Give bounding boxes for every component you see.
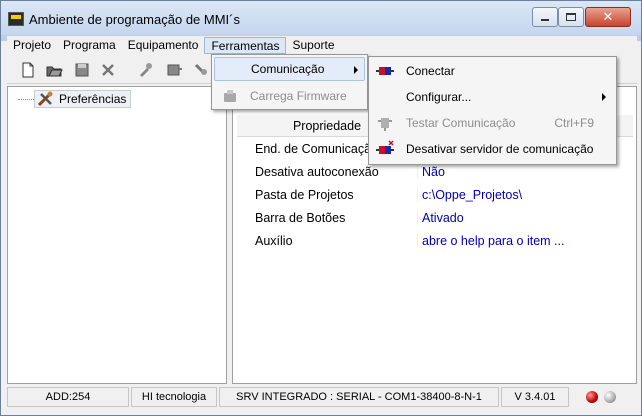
ferramentas-dropdown: Comunicação Carrega Firmware	[211, 54, 368, 110]
new-file-button[interactable]	[19, 61, 37, 79]
menu-item-carrega-firmware[interactable]: Carrega Firmware	[214, 84, 365, 108]
new-file-icon	[22, 62, 34, 78]
status-version: V 3.4.01	[501, 387, 569, 407]
settings-tool-icon	[194, 63, 207, 75]
delete-x-icon	[102, 64, 114, 76]
tool-device-button[interactable]	[165, 61, 183, 79]
comunicacao-submenu: Conectar Configurar... Testar Comunicaçã…	[368, 56, 617, 165]
tree-connector	[18, 99, 34, 100]
connection-led-gray-icon	[604, 391, 616, 403]
property-name: Desativa autoconexão	[255, 164, 379, 179]
wrench-icon	[140, 63, 152, 77]
submenu-arrow-icon	[602, 93, 606, 101]
firmware-chip-icon	[224, 90, 236, 102]
status-address: ADD:254	[7, 387, 129, 407]
property-name: Pasta de Projetos	[255, 187, 354, 202]
property-value[interactable]: abre o help para o item ...	[417, 233, 633, 248]
window-title: Ambiente de programação de MMI´s	[29, 12, 240, 27]
open-folder-icon	[46, 66, 63, 77]
property-name: Auxílio	[255, 233, 293, 248]
delete-button[interactable]	[99, 61, 117, 79]
project-tree: Preferências	[7, 86, 227, 384]
minimize-icon	[541, 19, 549, 21]
tree-item-preferencias[interactable]: Preferências	[34, 90, 132, 108]
menu-item-testar-comunicacao[interactable]: Testar Comunicação Ctrl+F9	[371, 111, 614, 135]
menu-item-label: Desativar servidor de comunicação	[406, 142, 594, 156]
save-disk-icon	[75, 63, 89, 77]
device-icon	[167, 64, 182, 76]
menu-item-label: Conectar	[406, 64, 455, 78]
table-row[interactable]: Barra de Botões Ativado	[237, 206, 633, 229]
property-value[interactable]: Ativado	[417, 210, 633, 225]
menu-projeto[interactable]: Projeto	[7, 37, 57, 54]
menu-item-label: Testar Comunicação	[406, 116, 516, 130]
minimize-button[interactable]	[532, 7, 558, 27]
status-bar: ADD:254 HI tecnologia SRV INTEGRADO : SE…	[7, 386, 637, 408]
menu-item-label: Carrega Firmware	[250, 89, 347, 103]
property-value[interactable]: c:\Oppe_Projetos\	[417, 187, 633, 202]
menu-programa[interactable]: Programa	[57, 37, 122, 54]
property-name: Barra de Botões	[255, 210, 346, 225]
app-icon	[8, 12, 24, 26]
tool-wrench-button[interactable]	[137, 61, 155, 79]
menu-item-desativar-servidor[interactable]: Desativar servidor de comunicação	[371, 137, 614, 161]
menu-ferramentas[interactable]: Ferramentas	[204, 36, 287, 54]
maximize-icon	[566, 13, 576, 21]
table-row[interactable]: Pasta de Projetos c:\Oppe_Projetos\	[237, 183, 633, 206]
menu-suporte[interactable]: Suporte	[286, 37, 340, 54]
status-server: SRV INTEGRADO : SERIAL - COM1-38400-8-N-…	[219, 387, 499, 407]
close-button[interactable]: ✕	[585, 7, 631, 27]
connection-led-red-icon	[586, 391, 598, 403]
table-row[interactable]: Auxílio abre o help para o item ...	[237, 229, 633, 252]
app-window: Ambiente de programação de MMI´s ✕ Proje…	[0, 0, 642, 416]
disconnect-server-icon	[376, 140, 394, 154]
menu-item-shortcut: Ctrl+F9	[554, 116, 594, 130]
menu-item-label: Configurar...	[406, 90, 472, 104]
title-bar[interactable]: Ambiente de programação de MMI´s ✕	[1, 1, 641, 35]
tool-settings-button[interactable]	[193, 61, 211, 79]
maximize-button[interactable]	[558, 7, 584, 27]
submenu-arrow-icon	[354, 66, 358, 74]
status-company: HI tecnologia	[131, 387, 217, 407]
property-value[interactable]: Não	[417, 164, 633, 179]
menu-item-comunicacao[interactable]: Comunicação	[214, 57, 365, 81]
pane-splitter[interactable]	[227, 86, 231, 384]
tools-icon	[37, 91, 53, 107]
close-icon: ✕	[602, 9, 614, 24]
test-connection-icon	[378, 118, 392, 131]
status-leds	[571, 387, 631, 407]
menu-item-configurar[interactable]: Configurar...	[371, 85, 614, 109]
menu-item-label: Comunicação	[251, 62, 325, 76]
menu-bar: Projeto Programa Equipamento Ferramentas…	[7, 36, 637, 54]
menu-equipamento[interactable]: Equipamento	[122, 37, 205, 54]
menu-item-conectar[interactable]: Conectar	[371, 59, 614, 83]
tree-item-label: Preferências	[59, 92, 127, 106]
save-button[interactable]	[73, 61, 91, 79]
connect-plug-icon	[376, 67, 394, 75]
open-button[interactable]	[45, 61, 63, 79]
